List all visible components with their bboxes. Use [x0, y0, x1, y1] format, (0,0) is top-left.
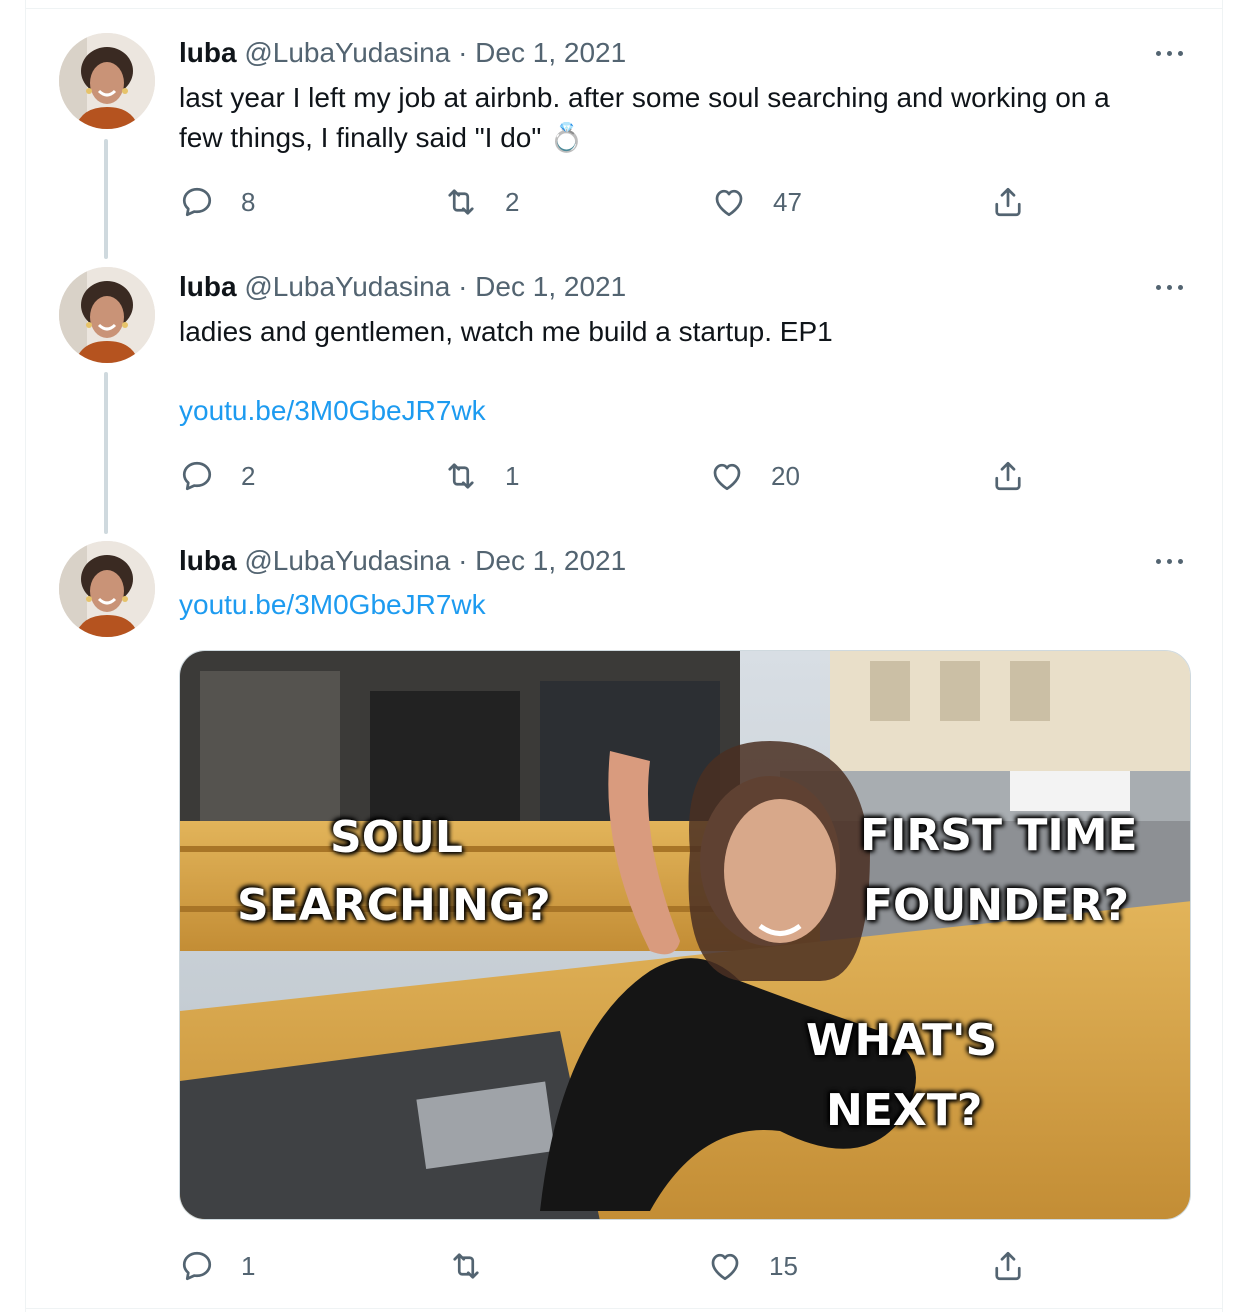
reply-icon [182, 1251, 212, 1281]
tweet-date[interactable]: Dec 1, 2021 [475, 545, 626, 576]
avatar-image [59, 33, 155, 129]
separator: · [458, 545, 468, 576]
retweet-button[interactable]: 1 [443, 456, 519, 496]
share-icon [995, 1251, 1021, 1281]
author-name[interactable]: luba [179, 545, 237, 576]
retweet-count: 1 [505, 460, 520, 491]
thumbnail-caption: SEARCHING? [237, 880, 551, 931]
like-count: 15 [769, 1250, 798, 1281]
like-count: 47 [773, 186, 802, 217]
more-options-icon[interactable] [1152, 35, 1192, 71]
like-button[interactable]: 15 [707, 1246, 798, 1286]
avatar-image [59, 267, 155, 363]
share-icon [995, 461, 1021, 491]
reply-count: 2 [241, 460, 256, 491]
author-handle[interactable]: @LubaYudasina [244, 37, 450, 68]
more-options-icon[interactable] [1152, 269, 1192, 305]
tweet-link[interactable]: youtu.be/3M0GbeJR7wk [179, 585, 1189, 625]
reply-button[interactable]: 2 [179, 456, 255, 496]
separator: · [458, 271, 468, 302]
divider-bottom [25, 1308, 1223, 1309]
tweet-link[interactable]: youtu.be/3M0GbeJR7wk [179, 391, 1189, 431]
tweet-text-line: few things, I finally said "I do" 💍 [179, 122, 584, 153]
heart-icon [715, 189, 743, 217]
tweet-date[interactable]: Dec 1, 2021 [475, 271, 626, 302]
thumbnail-image [180, 651, 1190, 1219]
share-button[interactable] [990, 1246, 1026, 1286]
author-name[interactable]: luba [179, 37, 237, 68]
reply-button[interactable]: 1 [179, 1246, 255, 1286]
video-thumbnail[interactable]: SOUL SEARCHING? FIRST TIME FOUNDER? WHAT… [179, 650, 1191, 1220]
retweet-icon [453, 1253, 479, 1279]
ring-emoji: 💍 [549, 122, 584, 153]
tweet-date[interactable]: Dec 1, 2021 [475, 37, 626, 68]
tweet-header: luba @LubaYudasina · Dec 1, 2021 [179, 269, 626, 305]
heart-icon [713, 463, 741, 491]
author-handle[interactable]: @LubaYudasina [244, 545, 450, 576]
like-button[interactable]: 47 [711, 182, 802, 222]
thumbnail-caption: WHAT'S [806, 1015, 998, 1066]
tweet-text-line: last year I left my job at airbnb. after… [179, 82, 1110, 113]
avatar[interactable] [59, 541, 155, 637]
thumbnail-caption: NEXT? [826, 1085, 983, 1136]
thumbnail-caption: FIRST TIME [860, 810, 1138, 861]
tweet-header: luba @LubaYudasina · Dec 1, 2021 [179, 543, 626, 579]
tweet-text: ladies and gentlemen, watch me build a s… [179, 316, 833, 347]
like-button[interactable]: 20 [709, 456, 800, 496]
author-name[interactable]: luba [179, 271, 237, 302]
reply-count: 1 [241, 1250, 256, 1281]
separator: · [458, 37, 468, 68]
reply-button[interactable]: 8 [179, 182, 255, 222]
thread-connector [104, 372, 108, 534]
retweet-icon [448, 189, 474, 215]
share-icon [995, 187, 1021, 217]
retweet-button[interactable]: 2 [443, 182, 519, 222]
share-button[interactable] [990, 182, 1026, 222]
thread-connector [104, 139, 108, 259]
more-options-icon[interactable] [1152, 543, 1192, 579]
avatar-image [59, 541, 155, 637]
thumbnail-caption: FOUNDER? [863, 880, 1129, 931]
reply-icon [182, 187, 212, 217]
avatar[interactable] [59, 33, 155, 129]
tweet-text: last year I left my job at airbnb. after… [179, 78, 1189, 158]
reply-count: 8 [241, 186, 256, 217]
reply-icon [182, 461, 212, 491]
thumbnail-caption: SOUL [330, 812, 463, 863]
share-button[interactable] [990, 456, 1026, 496]
author-handle[interactable]: @LubaYudasina [244, 271, 450, 302]
retweet-button[interactable] [448, 1246, 510, 1286]
heart-icon [711, 1253, 739, 1281]
avatar[interactable] [59, 267, 155, 363]
like-count: 20 [771, 460, 800, 491]
retweet-icon [448, 463, 474, 489]
retweet-count: 2 [505, 186, 520, 217]
tweet-header: luba @LubaYudasina · Dec 1, 2021 [179, 35, 626, 71]
